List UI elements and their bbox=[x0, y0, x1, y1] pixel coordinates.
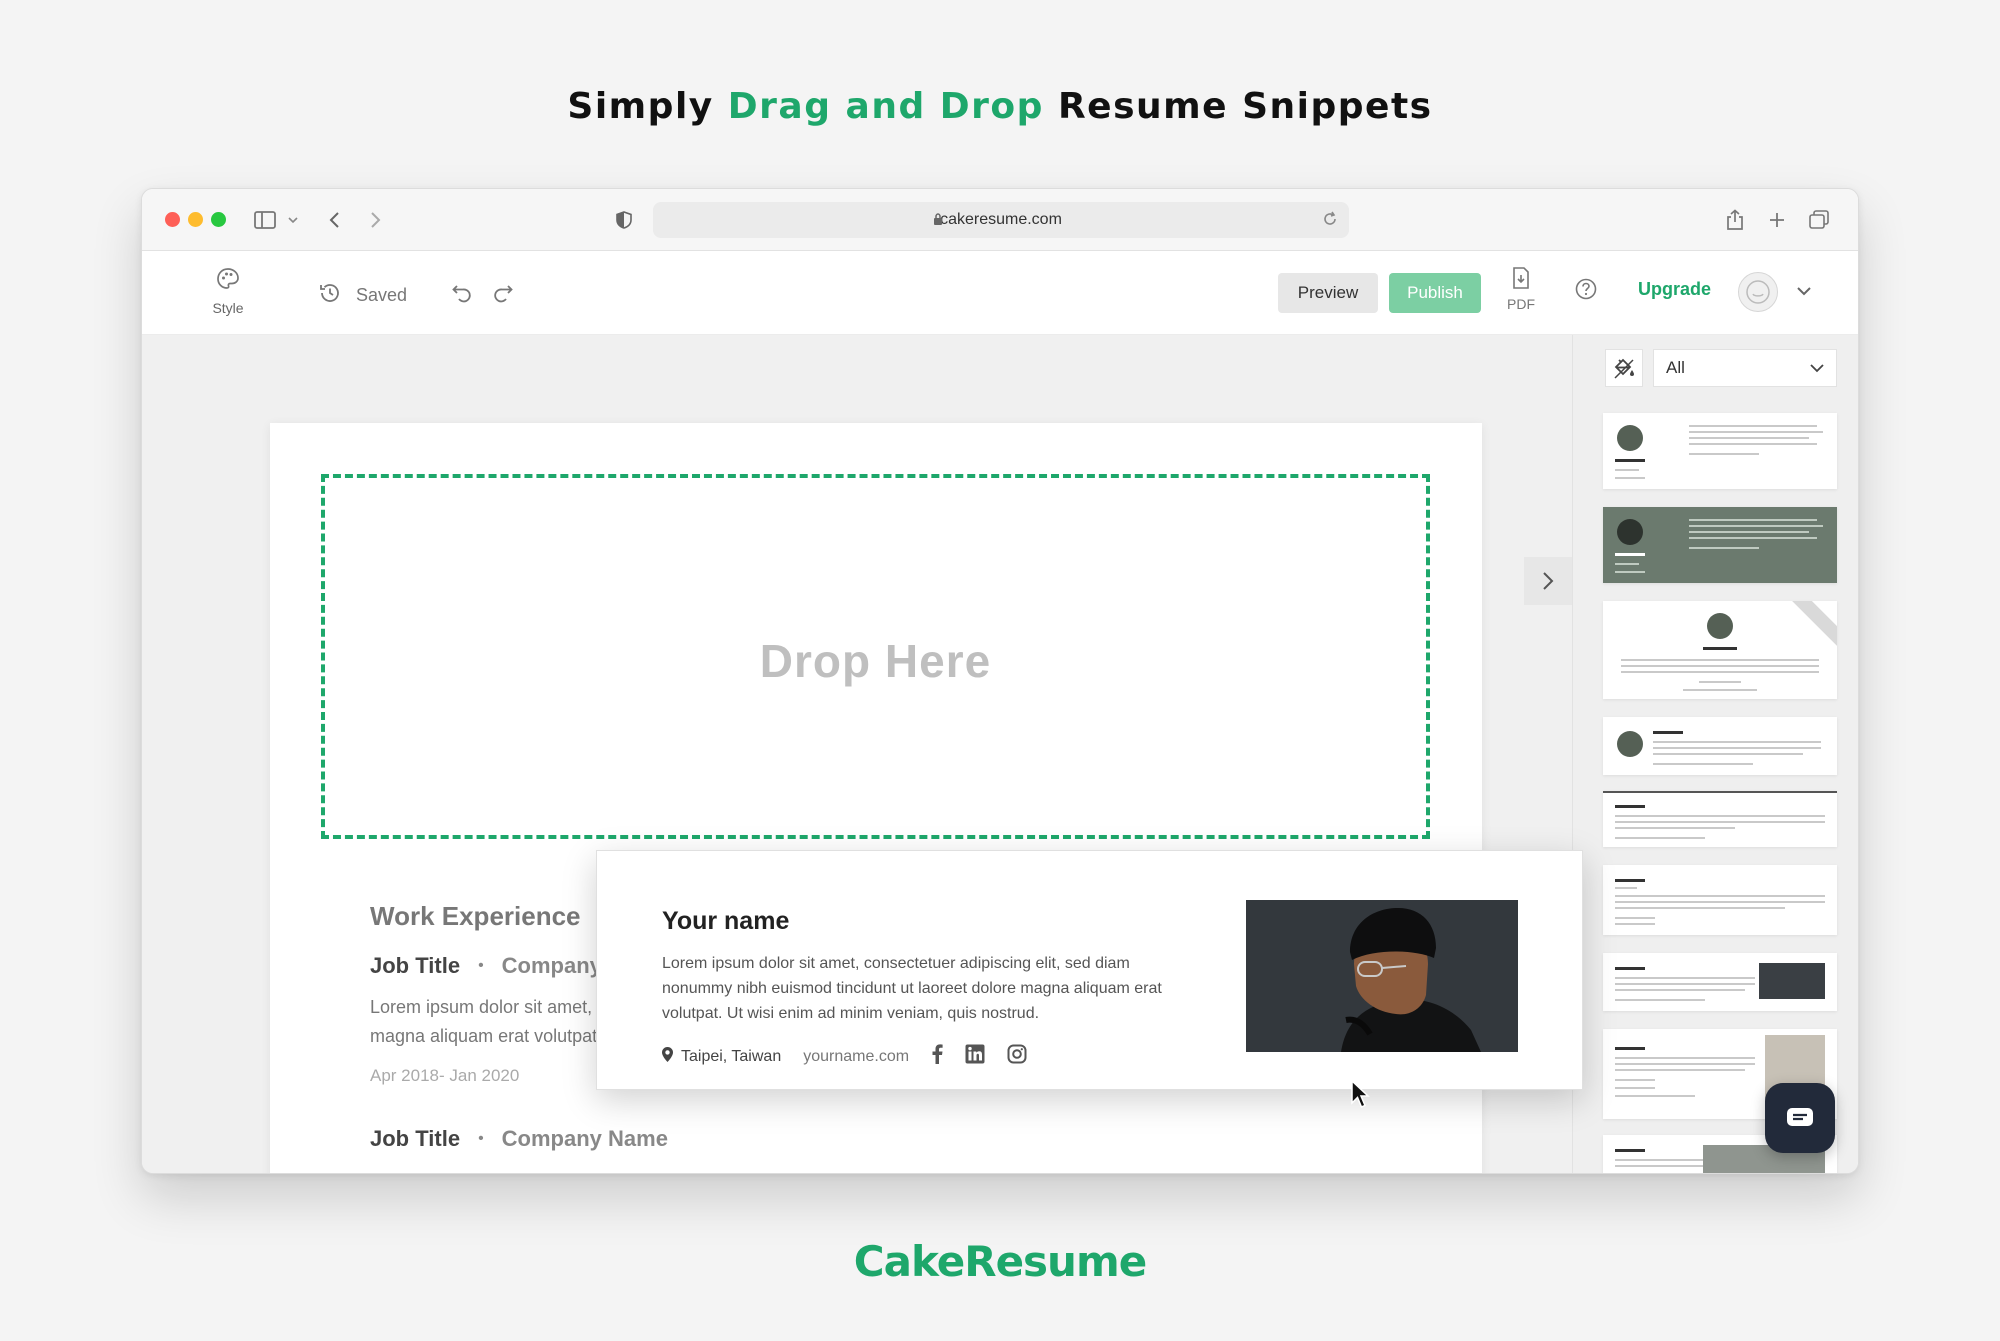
fill-color-button[interactable] bbox=[1605, 349, 1643, 387]
reload-icon[interactable] bbox=[1321, 210, 1339, 233]
snippet-description: Lorem ipsum dolor sit amet, consectetuer… bbox=[662, 955, 1162, 1022]
snippet-name: Your name bbox=[662, 907, 790, 935]
company-name: Company Name bbox=[501, 1126, 668, 1151]
history-icon[interactable] bbox=[318, 281, 342, 310]
lock-icon bbox=[933, 213, 943, 231]
headline-accent: Drag and Drop bbox=[727, 86, 1044, 127]
snippet-category-select[interactable]: All bbox=[1653, 349, 1837, 387]
website-text: yourname.com bbox=[803, 1047, 910, 1065]
snippet-location: Taipei, Taiwan bbox=[661, 1046, 781, 1068]
chevron-down-icon[interactable] bbox=[288, 205, 298, 235]
close-window-button[interactable] bbox=[165, 212, 180, 227]
new-tab-icon[interactable] bbox=[1768, 205, 1786, 235]
minimize-window-button[interactable] bbox=[188, 212, 203, 227]
chat-support-button[interactable] bbox=[1765, 1083, 1835, 1153]
editor-canvas: Drop Here Work Experience Job Title • Co… bbox=[142, 335, 1583, 1173]
snippet-thumbnail[interactable] bbox=[1603, 717, 1837, 775]
palette-icon bbox=[216, 268, 240, 295]
facebook-icon bbox=[931, 1044, 943, 1069]
style-button[interactable]: Style bbox=[198, 267, 258, 316]
share-icon[interactable] bbox=[1726, 205, 1744, 235]
avatar[interactable] bbox=[1738, 272, 1778, 312]
location-pin-icon bbox=[661, 1046, 674, 1068]
pdf-label: PDF bbox=[1507, 296, 1535, 312]
tabs-overview-icon[interactable] bbox=[1809, 205, 1829, 235]
forward-icon[interactable] bbox=[370, 205, 382, 235]
job-date[interactable]: Apr 2018- Jan 2020 bbox=[370, 1066, 519, 1086]
preview-button[interactable]: Preview bbox=[1278, 273, 1378, 313]
snippet-thumbnail[interactable] bbox=[1603, 791, 1837, 847]
headline-suffix: Resume Snippets bbox=[1057, 86, 1433, 127]
drop-zone[interactable]: Drop Here bbox=[321, 474, 1430, 839]
browser-chrome: cakeresume.com bbox=[142, 189, 1858, 251]
browser-window: cakeresume.com Style Saved Preview Publi… bbox=[141, 188, 1859, 1174]
dragged-profile-snippet[interactable]: Your name Lorem ipsum dolor sit amet, co… bbox=[596, 850, 1583, 1090]
editor-toolbar: Style Saved Preview Publish PDF Upgrade bbox=[142, 251, 1858, 335]
collapse-panel-button[interactable] bbox=[1524, 557, 1572, 605]
brand-logo: CakeResume bbox=[853, 1237, 1147, 1286]
saved-label: Saved bbox=[356, 285, 408, 305]
headline-prefix: Simply bbox=[567, 86, 714, 127]
job-entry-header[interactable]: Job Title • Company Name bbox=[370, 1126, 668, 1152]
drop-here-text: Drop Here bbox=[759, 635, 992, 687]
save-status: Saved bbox=[318, 281, 407, 310]
paint-bucket-icon bbox=[1614, 358, 1634, 379]
snippet-thumbnail[interactable] bbox=[1603, 865, 1837, 935]
headline: Simply Drag and Drop Resume Snippets bbox=[0, 86, 2000, 127]
undo-icon[interactable] bbox=[451, 281, 473, 308]
instagram-icon bbox=[1007, 1044, 1027, 1069]
upgrade-link[interactable]: Upgrade bbox=[1638, 279, 1711, 300]
publish-button[interactable]: Publish bbox=[1389, 273, 1481, 313]
separator-dot: • bbox=[478, 957, 484, 974]
mouse-cursor-icon bbox=[1350, 1079, 1370, 1114]
snippet-thumbnail[interactable] bbox=[1603, 953, 1837, 1011]
snippet-panel: All bbox=[1572, 335, 1858, 1173]
back-icon[interactable] bbox=[328, 205, 340, 235]
snippet-thumbnail[interactable] bbox=[1603, 507, 1837, 583]
location-text: Taipei, Taiwan bbox=[681, 1047, 782, 1065]
snippet-thumbnail[interactable] bbox=[1603, 601, 1837, 699]
address-bar[interactable]: cakeresume.com bbox=[653, 202, 1349, 238]
select-value: All bbox=[1666, 358, 1685, 377]
separator-dot: • bbox=[478, 1130, 484, 1147]
chevron-down-icon bbox=[1810, 363, 1824, 372]
chevron-right-icon bbox=[1543, 572, 1554, 590]
snippet-thumbnail[interactable] bbox=[1603, 413, 1837, 489]
pdf-download-button[interactable]: PDF bbox=[1501, 267, 1541, 312]
linkedin-icon bbox=[965, 1044, 985, 1069]
chat-icon bbox=[1787, 1108, 1813, 1126]
url-text: cakeresume.com bbox=[940, 211, 1062, 228]
job-title: Job Title bbox=[370, 953, 461, 978]
redo-icon[interactable] bbox=[492, 281, 514, 308]
help-icon[interactable] bbox=[1574, 277, 1598, 306]
job-title: Job Title bbox=[370, 1126, 461, 1151]
sidebar-toggle-icon[interactable] bbox=[254, 205, 276, 235]
style-label: Style bbox=[212, 300, 244, 316]
snippet-contact-row: Taipei, Taiwan yourname.com bbox=[661, 1044, 1027, 1069]
account-menu-chevron-icon[interactable] bbox=[1796, 283, 1812, 301]
file-download-icon bbox=[1512, 267, 1530, 293]
shield-icon[interactable] bbox=[616, 205, 632, 235]
profile-photo bbox=[1246, 900, 1518, 1052]
work-experience-heading[interactable]: Work Experience bbox=[370, 901, 581, 932]
pro-ribbon bbox=[1785, 601, 1837, 652]
maximize-window-button[interactable] bbox=[211, 212, 226, 227]
